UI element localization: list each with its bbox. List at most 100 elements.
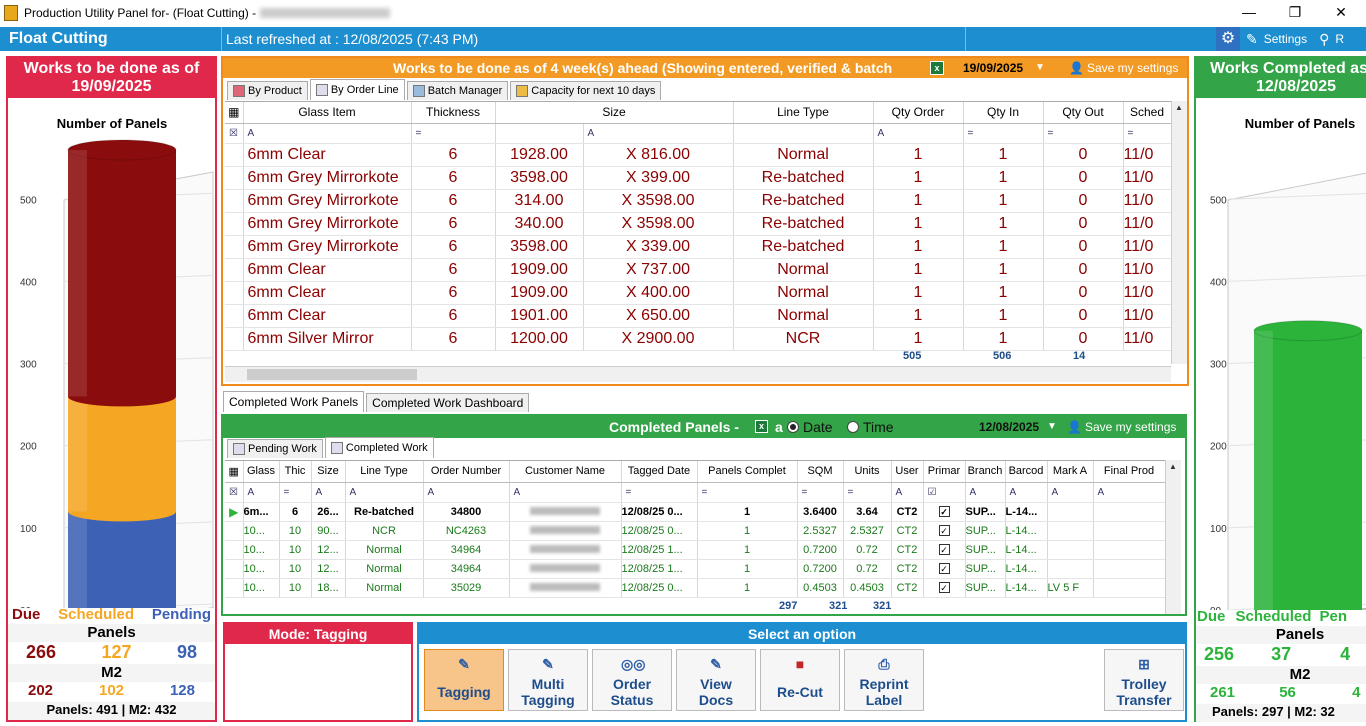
filter-cell[interactable]: A <box>345 482 424 503</box>
chevron-down-icon[interactable]: ▼ <box>1035 58 1045 78</box>
primary-checkbox[interactable]: ✓ <box>938 562 950 574</box>
column-header[interactable]: Glass <box>243 461 280 483</box>
column-header[interactable]: Thic <box>279 461 312 483</box>
primary-checkbox[interactable]: ✓ <box>938 505 950 517</box>
row-selector[interactable] <box>225 521 244 541</box>
grid-config-icon[interactable]: ▦ <box>225 461 244 483</box>
filter-cell[interactable]: A <box>1093 482 1165 503</box>
filter-cell[interactable]: A <box>891 482 924 503</box>
row-selector[interactable] <box>225 281 244 305</box>
excel-icon[interactable]: x <box>930 61 944 75</box>
filter-cell[interactable]: A <box>243 123 412 144</box>
row-selector[interactable] <box>225 235 244 259</box>
column-header[interactable]: SQM <box>797 461 844 483</box>
orders-save-settings[interactable]: Save my settings <box>1087 58 1178 78</box>
row-selector[interactable] <box>225 540 244 560</box>
filter-cell[interactable]: ☒ <box>225 482 244 503</box>
completed-vscroll[interactable]: ▲ <box>1165 460 1181 614</box>
table-row[interactable]: 6mm Clear 6 1909.00 X 737.00 Normal 1 1 0 11/0 <box>225 258 1171 282</box>
orders-vscroll[interactable]: ▲ <box>1171 101 1187 364</box>
filter-cell[interactable]: = <box>411 123 496 144</box>
search-icon[interactable]: ⚲ <box>1319 31 1329 48</box>
re-cut-button[interactable]: ■ Re-Cut <box>760 649 840 711</box>
time-radio[interactable] <box>847 421 859 433</box>
column-header[interactable]: Qty Order <box>873 102 964 124</box>
column-header[interactable]: Sched <box>1123 102 1171 124</box>
filter-cell[interactable]: A <box>1005 482 1048 503</box>
row-selector[interactable] <box>225 327 244 351</box>
column-header[interactable]: Glass Item <box>243 102 412 124</box>
filter-cell[interactable]: ☒ <box>225 123 244 144</box>
multi-tagging-button[interactable]: ✎ Multi Tagging <box>508 649 588 711</box>
restore-button[interactable]: ❐ <box>1272 0 1318 26</box>
tab-pending-work[interactable]: Pending Work <box>227 439 323 458</box>
scroll-up-icon[interactable]: ▲ <box>1166 460 1180 474</box>
primary-checkbox[interactable]: ✓ <box>938 581 950 593</box>
close-button[interactable]: ✕ <box>1318 0 1364 26</box>
column-header[interactable]: Qty Out <box>1043 102 1124 124</box>
column-header[interactable]: Customer Name <box>509 461 622 483</box>
trolley-transfer-button[interactable]: ⊞ Trolley Transfer <box>1104 649 1184 711</box>
table-row[interactable]: 6mm Clear 6 1928.00 X 816.00 Normal 1 1 0 11/0 <box>225 143 1171 167</box>
hscroll-thumb[interactable] <box>247 369 417 380</box>
chevron-down-icon[interactable]: ▼ <box>1047 416 1057 438</box>
grid-config-icon[interactable]: ▦ <box>225 102 244 124</box>
table-row[interactable]: 10... 10 12... Normal 34964 12/08/25 1... 1 0.7… <box>225 540 1165 560</box>
row-selector[interactable] <box>225 559 244 579</box>
row-selector[interactable] <box>225 143 244 167</box>
filter-cell[interactable]: = <box>843 482 892 503</box>
column-header[interactable]: Units <box>843 461 892 483</box>
column-header[interactable]: Size <box>495 102 734 124</box>
completed-save-settings[interactable]: Save my settings <box>1085 416 1176 438</box>
tab-by-product[interactable]: By Product <box>227 81 308 100</box>
primary-checkbox[interactable]: ✓ <box>938 524 950 536</box>
gear-icon[interactable]: ⚙ <box>1216 27 1240 51</box>
reprint-label-button[interactable]: ⎙ Reprint Label <box>844 649 924 711</box>
filter-cell[interactable]: A <box>243 482 280 503</box>
primary-checkbox[interactable]: ✓ <box>938 543 950 555</box>
table-row[interactable]: 6mm Grey Mirrorkote 6 314.00 X 3598.00 Re-ba… <box>225 189 1171 213</box>
row-selector[interactable] <box>225 578 244 598</box>
column-header[interactable]: Size <box>311 461 346 483</box>
column-header[interactable]: Panels Complet <box>697 461 798 483</box>
table-row[interactable]: 6mm Silver Mirror 6 1200.00 X 2900.00 NCR 1 1 0… <box>225 327 1171 351</box>
filter-cell[interactable]: A <box>873 123 964 144</box>
column-header[interactable]: User <box>891 461 924 483</box>
table-row[interactable]: ▶ 6m... 6 26... Re-batched 34800 12/08/25 0...… <box>225 502 1165 522</box>
table-row[interactable]: 6mm Clear 6 1909.00 X 400.00 Normal 1 1 0 11/0 <box>225 281 1171 305</box>
filter-cell[interactable]: A <box>423 482 510 503</box>
filter-cell[interactable]: = <box>697 482 798 503</box>
tab-batch-manager[interactable]: Batch Manager <box>406 81 509 100</box>
table-row[interactable]: 10... 10 90... NCR NC4263 12/08/25 0... 1 2.532… <box>225 521 1165 541</box>
row-selector[interactable] <box>225 212 244 236</box>
row-selector[interactable] <box>225 304 244 328</box>
table-row[interactable]: 10... 10 12... Normal 34964 12/08/25 1... 1 0.7… <box>225 559 1165 579</box>
tab-completed-work[interactable]: Completed Work <box>324 437 434 458</box>
table-row[interactable]: 6mm Clear 6 1901.00 X 650.00 Normal 1 1 0 11/0 <box>225 304 1171 328</box>
filter-cell[interactable]: = <box>963 123 1044 144</box>
settings-link[interactable]: Settings <box>1264 32 1307 46</box>
column-header[interactable]: Line Type <box>345 461 424 483</box>
tab-capacity[interactable]: Capacity for next 10 days <box>510 81 662 100</box>
column-header[interactable]: Mark A <box>1047 461 1094 483</box>
row-selector[interactable] <box>225 166 244 190</box>
order-status-button[interactable]: ◎◎ Order Status <box>592 649 672 711</box>
filter-cell[interactable] <box>733 123 874 144</box>
filter-cell[interactable]: A <box>965 482 1006 503</box>
filter-cell[interactable]: A <box>1047 482 1094 503</box>
row-selector[interactable] <box>225 189 244 213</box>
completed-date[interactable]: 12/08/2025 <box>979 416 1039 438</box>
orders-hscroll[interactable] <box>225 366 1171 382</box>
column-header[interactable]: Order Number <box>423 461 510 483</box>
column-header[interactable]: Line Type <box>733 102 874 124</box>
column-header[interactable]: Thickness <box>411 102 496 124</box>
orders-date[interactable]: 19/09/2025 <box>963 58 1023 78</box>
table-row[interactable]: 6mm Grey Mirrorkote 6 3598.00 X 339.00 Re-ba… <box>225 235 1171 259</box>
tools-icon[interactable]: ✎ <box>1246 31 1258 48</box>
table-row[interactable]: 6mm Grey Mirrorkote 6 340.00 X 3598.00 Re-ba… <box>225 212 1171 236</box>
filter-cell[interactable]: = <box>1123 123 1171 144</box>
column-header[interactable]: Qty In <box>963 102 1044 124</box>
column-header[interactable]: Branch <box>965 461 1006 483</box>
table-row[interactable]: 6mm Grey Mirrorkote 6 3598.00 X 399.00 Re-ba… <box>225 166 1171 190</box>
date-radio[interactable] <box>787 421 799 433</box>
